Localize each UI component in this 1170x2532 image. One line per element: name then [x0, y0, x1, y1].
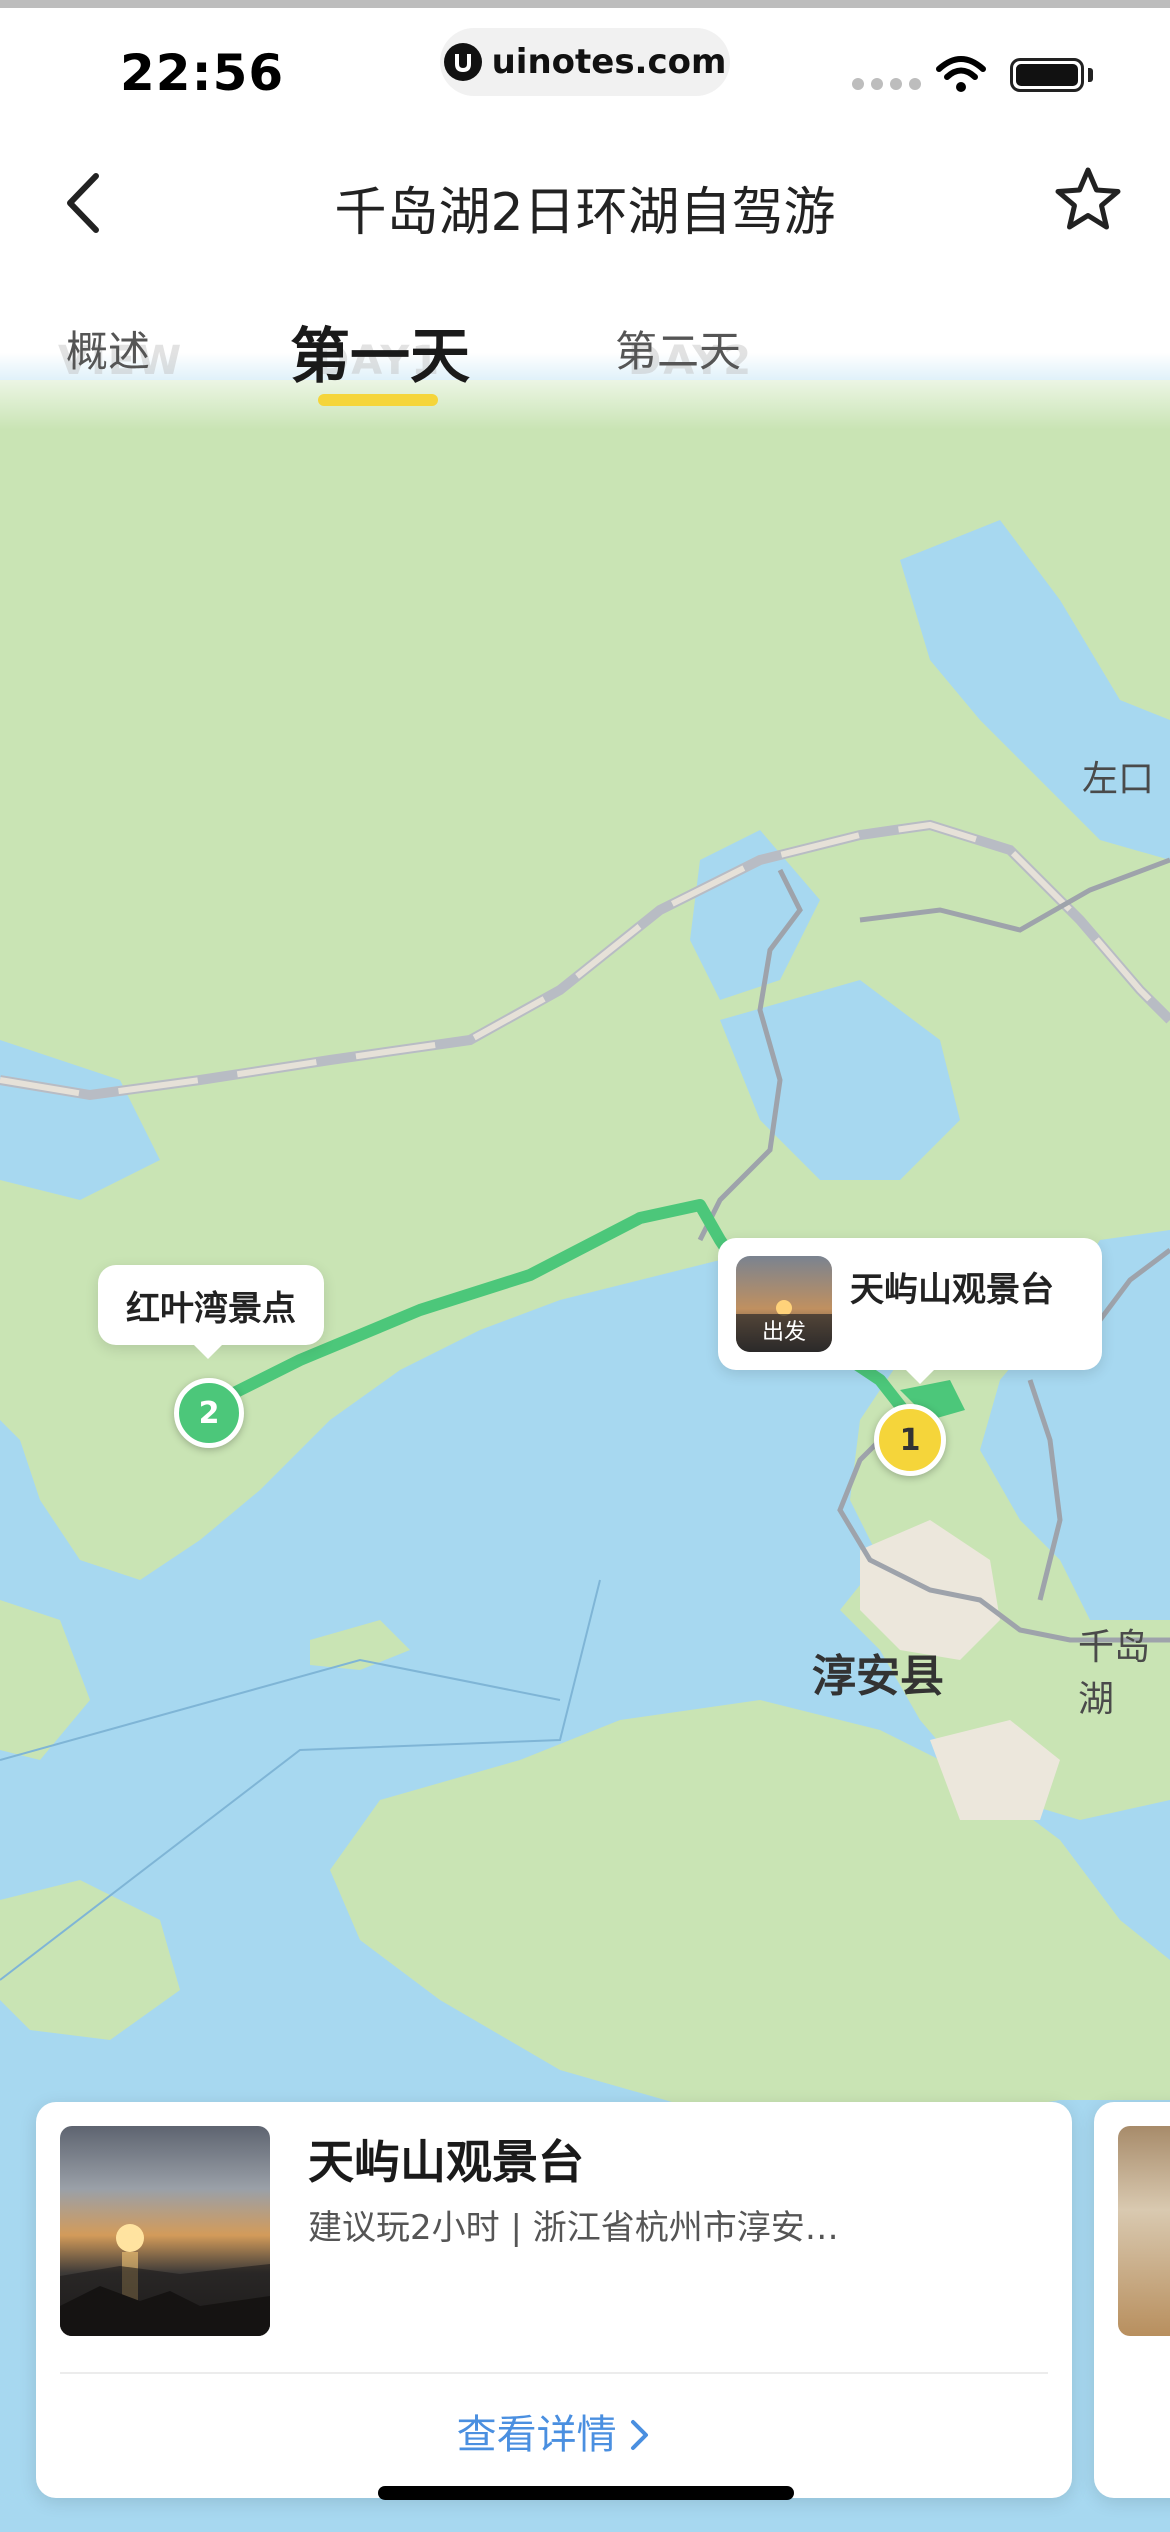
wifi-icon: [936, 56, 986, 92]
marker-callout-2[interactable]: 红叶湾景点: [98, 1265, 324, 1359]
place-title: 天屿山观景台: [308, 2135, 584, 2189]
site-logo-icon: [443, 43, 482, 81]
marker-thumbnail: 出发: [736, 1256, 832, 1352]
divider: [60, 2372, 1048, 2374]
app-screen: 左口 淳安县 千岛湖 红叶湾景点 2 出发 天屿山观景台 1 22:56 uin…: [0, 0, 1170, 2532]
tab-day1[interactable]: 第一天: [290, 308, 470, 395]
tab-overview[interactable]: 概述: [66, 318, 150, 379]
sunset-photo-icon: [60, 2224, 270, 2336]
pin-number: 2: [198, 1395, 220, 1431]
battery-icon: [1010, 58, 1084, 92]
map-place-label: 千岛湖: [1078, 1627, 1151, 1720]
map-place-label: 淳安县: [812, 1651, 944, 1702]
marker-label: 红叶湾景点: [126, 1288, 296, 1329]
chevron-right-icon: [631, 2420, 649, 2450]
map-pin-2[interactable]: 2: [174, 1378, 244, 1448]
home-indicator: [378, 2486, 794, 2500]
url-text: uinotes.com: [491, 42, 727, 82]
tab-day2[interactable]: 第二天: [615, 318, 741, 379]
cellular-signal-icon: [852, 78, 921, 90]
browser-top-strip: [0, 0, 1170, 8]
battery-tip: [1088, 68, 1093, 82]
place-photo: [60, 2126, 270, 2336]
active-tab-indicator: [318, 394, 438, 406]
depart-badge: 出发: [761, 1320, 806, 1345]
status-time: 22:56: [120, 44, 285, 102]
next-place-card[interactable]: [1094, 2102, 1170, 2498]
pin-number: 1: [899, 1422, 921, 1458]
marker-callout-1[interactable]: 出发 天屿山观景台: [718, 1238, 1102, 1384]
marker-label: 天屿山观景台: [850, 1270, 1054, 1310]
place-card[interactable]: 天屿山观景台 建议玩2小时 | 浙江省杭州市淳安… 查看详情: [36, 2102, 1072, 2498]
page-title: 千岛湖2日环湖自驾游: [334, 183, 836, 243]
place-subtitle: 建议玩2小时 | 浙江省杭州市淳安…: [308, 2208, 839, 2248]
map-place-label: 左口: [1082, 759, 1155, 800]
view-details-link[interactable]: 查看详情: [36, 2402, 1072, 2460]
favorite-star-button[interactable]: [1052, 164, 1124, 236]
url-pill[interactable]: uinotes.com: [440, 28, 730, 96]
map-pin-1[interactable]: 1: [874, 1404, 946, 1476]
next-place-photo: [1118, 2126, 1170, 2336]
view-details-label: 查看详情: [456, 2412, 617, 2458]
